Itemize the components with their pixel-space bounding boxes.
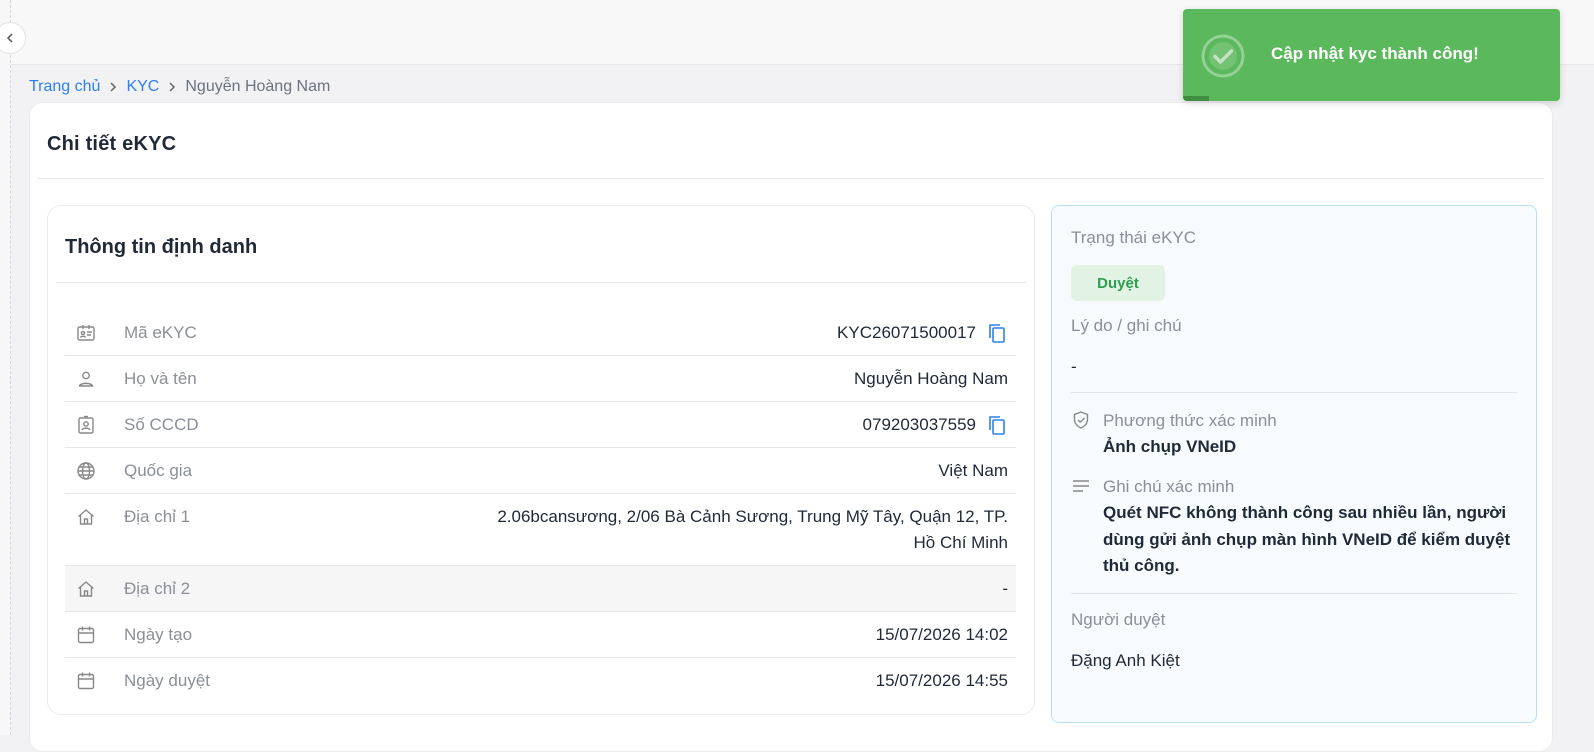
info-row-approved-date: Ngày duyệt 15/07/2026 14:55 (65, 658, 1016, 703)
notes-lines-icon (1071, 474, 1093, 580)
chevron-right-icon (167, 79, 177, 95)
verification-method-block: Phương thức xác minh Ảnh chụp VNeID (1071, 408, 1511, 461)
id-number-value: 079203037559 (862, 415, 976, 434)
verification-note-value: Quét NFC không thành công sau nhiều lần,… (1103, 503, 1511, 575)
full-name-value: Nguyễn Hoàng Nam (853, 369, 1008, 388)
verification-note-block: Ghi chú xác minh Quét NFC không thành cô… (1071, 474, 1511, 580)
status-badge: Duyệt (1071, 265, 1165, 301)
reason-label: Lý do / ghi chú (1071, 316, 1182, 335)
info-row-label: Quốc gia (124, 461, 193, 480)
divider (38, 178, 1544, 179)
chevron-right-icon (108, 79, 118, 95)
check-circle-icon (1201, 34, 1245, 78)
copy-icon[interactable] (986, 414, 1008, 436)
ekyc-code-value: KYC26071500017 (837, 323, 976, 342)
info-row-label: Ngày duyệt (124, 671, 210, 690)
approved-date-value: 15/07/2026 14:55 (875, 671, 1008, 690)
approver-value: Đặng Anh Kiệt (1071, 651, 1180, 670)
id-badge-icon (65, 402, 107, 447)
divider (1071, 593, 1517, 594)
success-toast[interactable]: Cập nhật kyc thành công! (1183, 9, 1560, 101)
ekyc-status-panel: Trạng thái eKYC Duyệt Lý do / ghi chú - … (1051, 205, 1537, 723)
copy-icon[interactable] (986, 322, 1008, 344)
identity-info-title: Thông tin định danh (65, 236, 258, 258)
calendar-icon (65, 658, 107, 703)
shield-check-icon (1071, 408, 1093, 461)
home-icon (65, 566, 107, 611)
info-row-id-number: Số CCCD 079203037559 (65, 402, 1016, 448)
left-rail (0, 0, 11, 735)
breadcrumb-kyc-link[interactable]: KYC (126, 78, 159, 96)
verification-method-label: Phương thức xác minh (1103, 411, 1277, 430)
info-row-label: Số CCCD (124, 415, 199, 434)
home-icon (65, 494, 107, 539)
breadcrumb-current: Nguyễn Hoàng Nam (185, 78, 331, 95)
info-row-label: Họ và tên (124, 369, 197, 388)
divider (56, 282, 1026, 283)
info-row-address-2: Địa chỉ 2 - (65, 566, 1016, 612)
identity-info-card: Thông tin định danh Mã eKYC KYC260715000… (47, 205, 1035, 715)
calendar-icon (65, 612, 107, 657)
id-card-icon (65, 310, 107, 355)
info-row-created-date: Ngày tạo 15/07/2026 14:02 (65, 612, 1016, 658)
reason-value: - (1071, 357, 1077, 376)
breadcrumb-home-link[interactable]: Trang chủ (29, 78, 100, 96)
verification-method-value: Ảnh chụp VNeID (1103, 437, 1237, 456)
info-row-country: Quốc gia Việt Nam (65, 448, 1016, 494)
ekyc-detail-card: Chi tiết eKYC Thông tin định danh Mã eKY… (29, 102, 1553, 752)
chevron-left-icon (6, 33, 13, 43)
info-row-label: Mã eKYC (124, 323, 197, 342)
info-row-full-name: Họ và tên Nguyễn Hoàng Nam (65, 356, 1016, 402)
status-label: Trạng thái eKYC (1071, 228, 1197, 247)
country-value: Việt Nam (938, 461, 1008, 480)
info-row-ekyc-code: Mã eKYC KYC26071500017 (65, 310, 1016, 356)
user-icon (65, 356, 107, 401)
info-row-label: Địa chỉ 2 (124, 579, 191, 598)
verification-note-label: Ghi chú xác minh (1103, 477, 1235, 496)
address-2-value: - (1002, 579, 1008, 598)
toast-progress-bar (1183, 96, 1210, 101)
info-row-label: Ngày tạo (124, 625, 193, 644)
breadcrumb: Trang chủ KYC Nguyễn Hoàng Nam (29, 78, 330, 96)
page-title: Chi tiết eKYC (47, 133, 177, 155)
approver-label: Người duyệt (1071, 610, 1166, 629)
info-row-address-1: Địa chỉ 1 2.06bcansương, 2/06 Bà Cảnh Sư… (65, 494, 1016, 566)
identity-rows: Mã eKYC KYC26071500017 Họ và tên Nguyễn … (65, 310, 1016, 703)
divider (1071, 392, 1517, 393)
address-1-value: 2.06bcansương, 2/06 Bà Cảnh Sương, Trung… (497, 507, 1008, 552)
globe-icon (65, 448, 107, 493)
info-row-label: Địa chỉ 1 (124, 507, 191, 526)
toast-message: Cập nhật kyc thành công! (1271, 44, 1479, 63)
created-date-value: 15/07/2026 14:02 (875, 625, 1008, 644)
